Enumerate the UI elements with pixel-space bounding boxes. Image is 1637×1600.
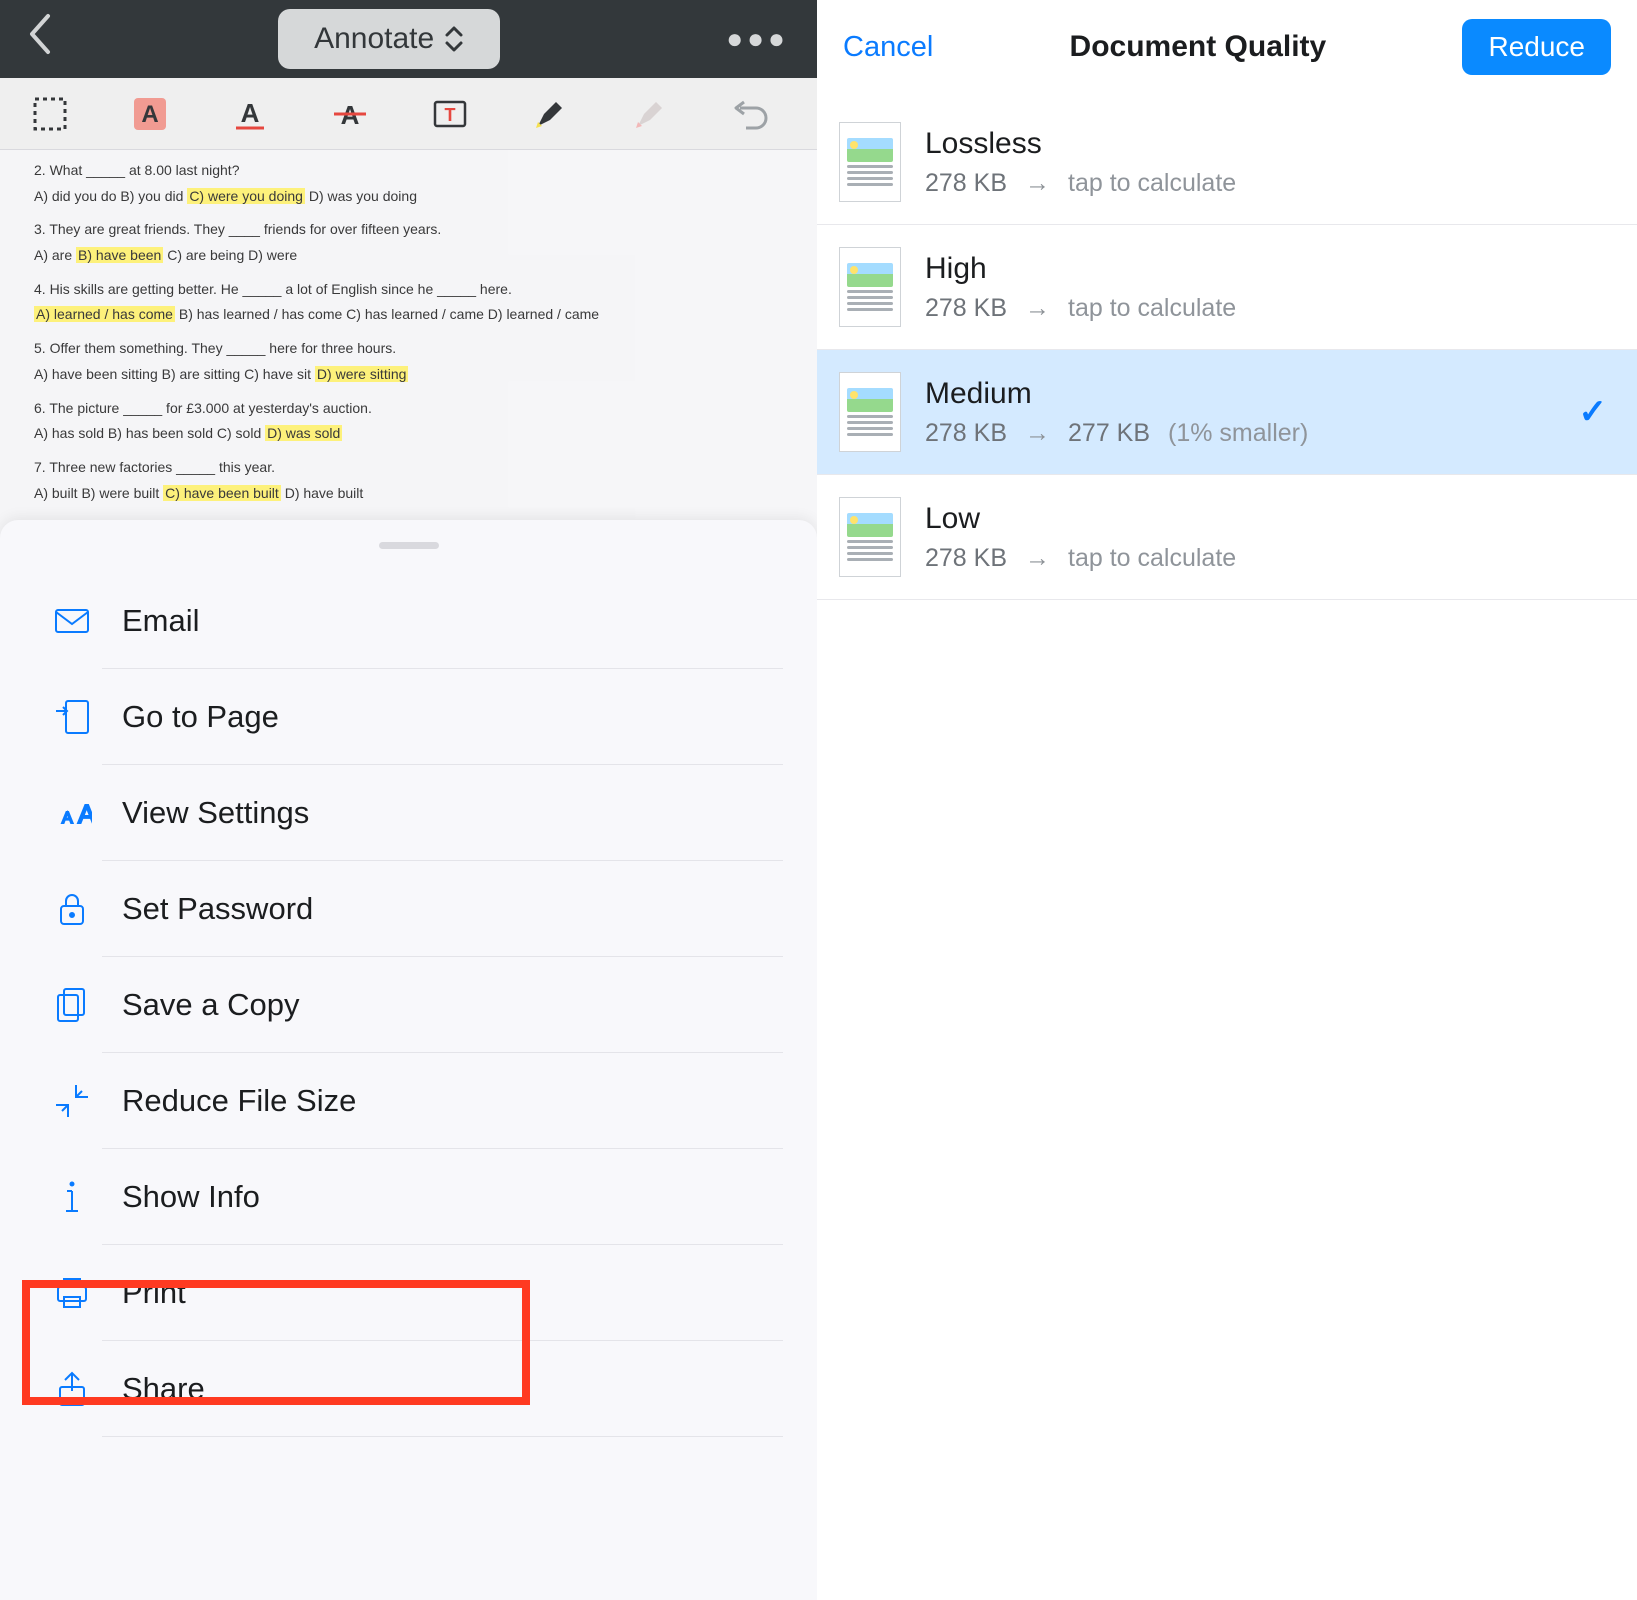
underline-text-icon[interactable]: A — [228, 92, 272, 136]
menu-view-settings[interactable]: AA View Settings — [0, 765, 817, 861]
menu-label: Share — [122, 1371, 205, 1407]
goto-page-icon — [52, 697, 122, 737]
thumbnail-icon — [839, 247, 901, 327]
menu-label: Reduce File Size — [122, 1083, 356, 1119]
strikethrough-icon[interactable]: A — [328, 92, 372, 136]
quality-list: Lossless 278 KB → tap to calculate High … — [817, 94, 1637, 600]
menu-email[interactable]: Email — [0, 573, 817, 669]
cancel-button[interactable]: Cancel — [843, 31, 933, 64]
quality-label: High — [925, 252, 1607, 286]
quality-meta: 278 KB → tap to calculate — [925, 169, 1607, 198]
thumbnail-icon — [839, 372, 901, 452]
arrow-right-icon: → — [1025, 419, 1050, 448]
quality-row-lossless[interactable]: Lossless 278 KB → tap to calculate — [817, 100, 1637, 225]
menu-reduce-file-size[interactable]: Reduce File Size — [0, 1053, 817, 1149]
print-icon — [52, 1273, 122, 1313]
quality-row-medium[interactable]: Medium 278 KB → 277 KB (1% smaller) ✓ — [817, 350, 1637, 475]
thumbnail-icon — [839, 497, 901, 577]
menu-set-password[interactable]: Set Password — [0, 861, 817, 957]
arrow-right-icon: → — [1025, 169, 1050, 198]
menu-label: Show Info — [122, 1179, 260, 1215]
chevron-updown-icon — [444, 24, 464, 54]
highlight-text-icon[interactable]: A — [128, 92, 172, 136]
menu-label: Print — [122, 1275, 186, 1311]
sheet-grabber[interactable] — [379, 542, 439, 549]
svg-text:A: A — [62, 810, 73, 827]
page-title: Document Quality — [1070, 30, 1327, 64]
copy-icon — [52, 985, 122, 1025]
lock-icon — [52, 889, 122, 929]
marker-icon[interactable] — [528, 92, 572, 136]
quality-row-high[interactable]: High 278 KB → tap to calculate — [817, 225, 1637, 350]
menu-share[interactable]: Share — [0, 1341, 817, 1437]
menu-label: Email — [122, 603, 200, 639]
email-icon — [52, 601, 122, 641]
menu-label: Set Password — [122, 891, 313, 927]
annotation-toolbar: A A A T — [0, 78, 817, 150]
text-size-icon: AA — [52, 793, 122, 833]
menu-goto-page[interactable]: Go to Page — [0, 669, 817, 765]
svg-text:A: A — [141, 101, 158, 128]
menu-label: View Settings — [122, 795, 309, 831]
quality-label: Lossless — [925, 127, 1607, 161]
arrow-right-icon: → — [1025, 544, 1050, 573]
textbox-icon[interactable]: T — [428, 92, 472, 136]
action-sheet: Email Go to Page AA View Settings Set Pa… — [0, 520, 817, 1600]
svg-text:T: T — [445, 105, 456, 125]
quality-row-low[interactable]: Low 278 KB → tap to calculate — [817, 475, 1637, 600]
right-pane: Cancel Document Quality Reduce Lossless … — [817, 0, 1637, 1600]
back-icon[interactable] — [28, 13, 52, 65]
quality-header: Cancel Document Quality Reduce — [817, 0, 1637, 94]
share-icon — [52, 1369, 122, 1409]
menu-save-copy[interactable]: Save a Copy — [0, 957, 817, 1053]
eraser-icon[interactable] — [628, 92, 672, 136]
quality-label: Low — [925, 502, 1607, 536]
checkmark-icon: ✓ — [1579, 392, 1608, 432]
quality-meta: 278 KB → tap to calculate — [925, 294, 1607, 323]
thumbnail-icon — [839, 122, 901, 202]
info-icon — [52, 1177, 122, 1217]
menu-show-info[interactable]: Show Info — [0, 1149, 817, 1245]
left-pane: Annotate ●●● A A A T 2. What _____ at 8.… — [0, 0, 817, 1600]
mode-selector[interactable]: Annotate — [278, 9, 500, 69]
undo-icon[interactable] — [728, 92, 772, 136]
select-rect-icon[interactable] — [28, 92, 72, 136]
compress-icon — [52, 1081, 122, 1121]
svg-text:A: A — [78, 799, 92, 829]
top-bar: Annotate ●●● — [0, 0, 817, 78]
quality-meta: 278 KB → tap to calculate — [925, 544, 1607, 573]
menu-label: Go to Page — [122, 699, 279, 735]
quality-label: Medium — [925, 377, 1607, 411]
more-icon[interactable]: ●●● — [726, 23, 789, 55]
svg-text:A: A — [241, 98, 260, 128]
mode-label: Annotate — [314, 22, 434, 56]
menu-print[interactable]: Print — [0, 1245, 817, 1341]
menu-label: Save a Copy — [122, 987, 300, 1023]
arrow-right-icon: → — [1025, 294, 1050, 323]
reduce-button[interactable]: Reduce — [1462, 19, 1611, 75]
quality-meta: 278 KB → 277 KB (1% smaller) — [925, 419, 1607, 448]
